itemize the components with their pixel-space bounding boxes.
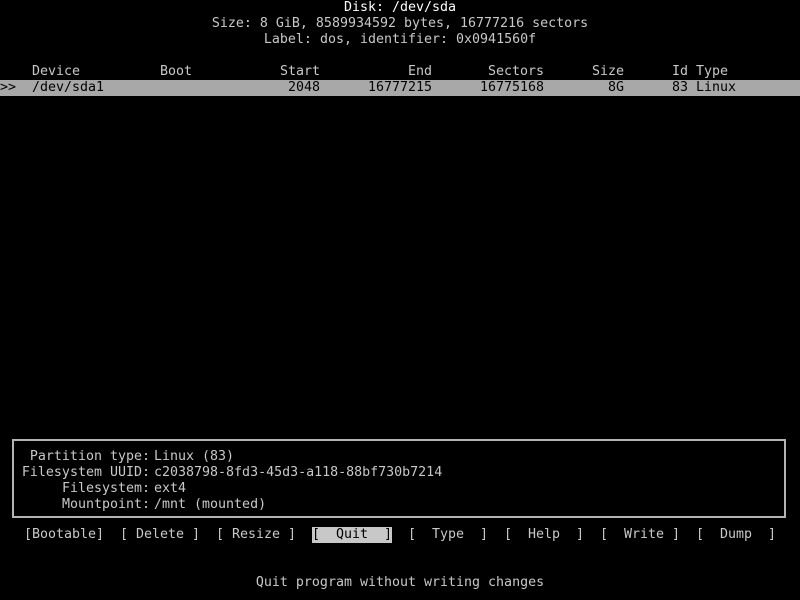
info-partition-type: Partition type: Linux (83)	[14, 449, 784, 465]
info-label: Partition type:	[29, 449, 150, 464]
row-device: /dev/sda1	[32, 80, 105, 95]
info-label: Mountpoint:	[61, 497, 150, 512]
help-button[interactable]: [ Help ]	[504, 527, 584, 543]
disk-title: Disk: /dev/sda	[343, 0, 457, 15]
row-id: 83	[672, 80, 689, 95]
quit-button[interactable]: [ Quit ]	[312, 527, 393, 543]
column-end: End	[407, 64, 432, 79]
disk-label-info: Label: dos, identifier: 0x0941560f	[263, 32, 537, 47]
info-filesystem: Filesystem: ext4	[14, 481, 784, 497]
info-label: Filesystem:	[61, 481, 150, 496]
column-type: Type	[696, 64, 729, 79]
status-hint: Quit program without writing changes	[255, 575, 545, 590]
row-start: 2048	[287, 80, 320, 95]
column-device: Device	[32, 64, 81, 79]
info-mountpoint: Mountpoint: /mnt (mounted)	[14, 497, 784, 513]
partition-table-header: Device Boot Start End Sectors Size Id Ty…	[0, 64, 800, 80]
column-boot: Boot	[160, 64, 193, 79]
disk-size-info: Size: 8 GiB, 8589934592 bytes, 16777216 …	[211, 16, 589, 31]
table-row[interactable]: >> /dev/sda1 2048 16777215 16775168 8G 8…	[0, 80, 800, 96]
resize-button[interactable]: [ Resize ]	[216, 527, 296, 543]
info-value: ext4	[154, 481, 187, 496]
dump-button[interactable]: [ Dump ]	[696, 527, 776, 543]
info-label: Filesystem UUID:	[21, 465, 150, 480]
row-end: 16777215	[367, 80, 432, 95]
row-sectors: 16775168	[479, 80, 544, 95]
bootable-button[interactable]: [Bootable]	[24, 527, 104, 543]
column-sectors: Sectors	[487, 64, 544, 79]
type-button[interactable]: [ Type ]	[408, 527, 488, 543]
column-id: Id	[672, 64, 689, 79]
info-value: c2038798-8fd3-45d3-a118-88bf730b7214	[154, 465, 443, 480]
partition-info-box: Partition type: Linux (83) Filesystem UU…	[12, 439, 786, 518]
column-start: Start	[279, 64, 320, 79]
delete-button[interactable]: [ Delete ]	[120, 527, 200, 543]
row-type: Linux	[696, 80, 737, 95]
info-filesystem-uuid: Filesystem UUID: c2038798-8fd3-45d3-a118…	[14, 465, 784, 481]
column-size: Size	[591, 64, 624, 79]
row-cursor: >>	[0, 80, 17, 95]
write-button[interactable]: [ Write ]	[600, 527, 680, 543]
row-size: 8G	[607, 80, 624, 95]
info-value: Linux (83)	[154, 449, 235, 464]
info-value: /mnt (mounted)	[154, 497, 267, 512]
